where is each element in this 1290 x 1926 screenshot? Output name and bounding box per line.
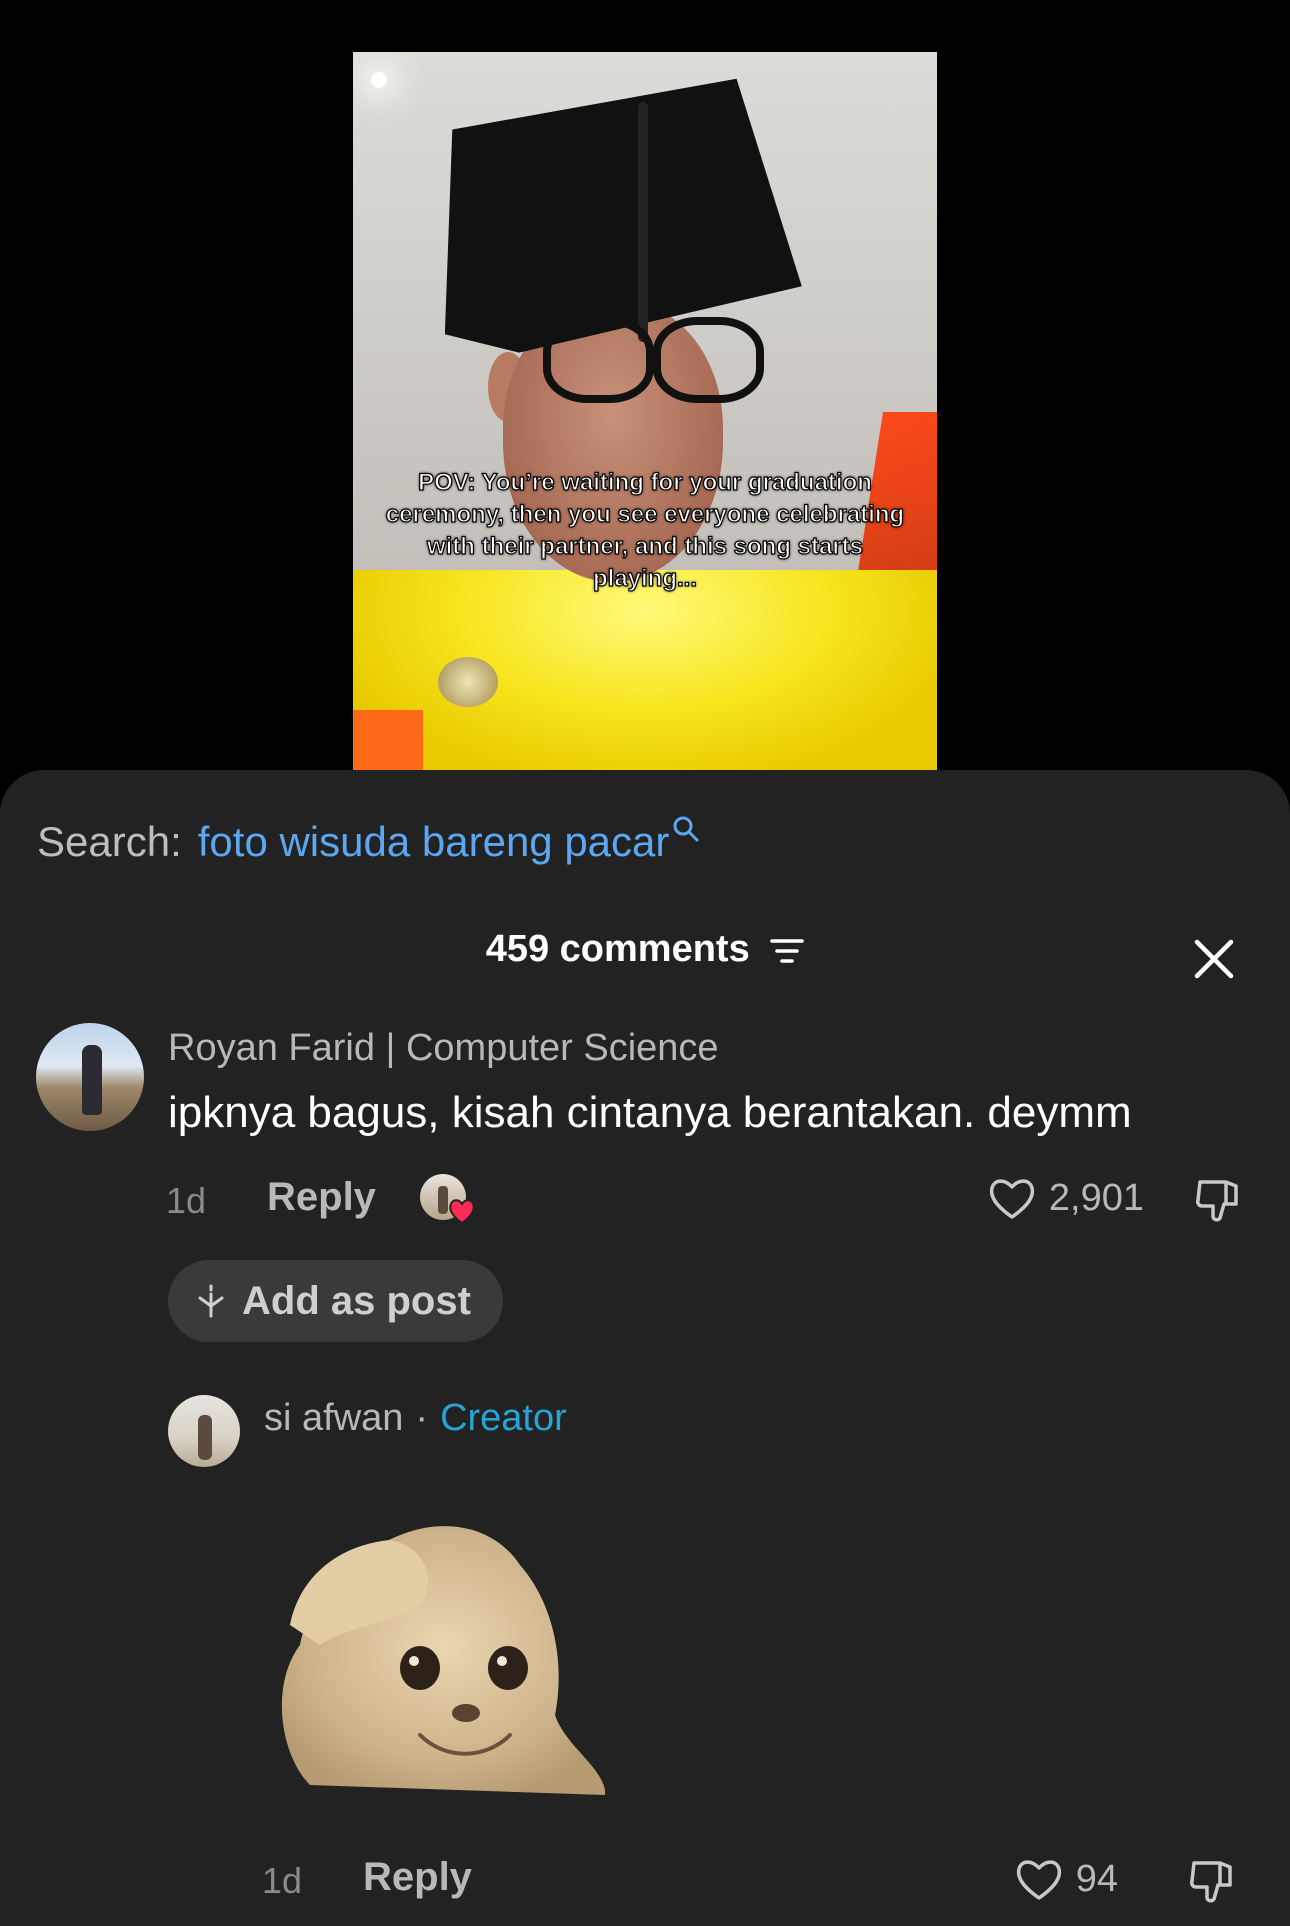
glasses-lens — [543, 317, 654, 403]
close-icon[interactable] — [1193, 938, 1235, 980]
add-as-post-label: Add as post — [242, 1278, 471, 1323]
search-icon — [673, 816, 699, 842]
filter-icon[interactable] — [770, 936, 805, 966]
gown-pin — [438, 657, 498, 707]
cat-salute-sticker[interactable] — [270, 1505, 616, 1801]
like-count: 2,901 — [1048, 1176, 1144, 1219]
comments-count-header[interactable]: 459 comments — [0, 928, 1290, 971]
avatar-figure — [198, 1415, 212, 1460]
avatar-figure — [82, 1045, 102, 1115]
gown-trim — [353, 710, 423, 770]
heart-icon — [989, 1179, 1035, 1219]
dislike-icon[interactable] — [1192, 1174, 1244, 1226]
comment-time: 1d — [166, 1180, 207, 1221]
graduation-cap — [420, 64, 805, 360]
reply-button[interactable]: Reply — [267, 1175, 376, 1220]
search-query-link[interactable]: foto wisuda bareng pacar — [198, 818, 670, 866]
heart-icon — [1016, 1860, 1061, 1900]
like-count: 94 — [1075, 1857, 1118, 1900]
glasses-lens — [653, 317, 764, 403]
ceiling-light — [371, 72, 387, 88]
reply-username[interactable]: si afwan — [264, 1397, 403, 1440]
creator-liked-heart-icon — [449, 1199, 475, 1225]
reply-button[interactable]: Reply — [363, 1855, 472, 1900]
comment-time: 1d — [262, 1860, 303, 1901]
cap-tassel — [638, 102, 648, 342]
dislike-icon[interactable] — [1186, 1855, 1238, 1907]
add-as-post-button[interactable]: Add as post — [168, 1260, 503, 1342]
comments-count: 459 comments — [485, 928, 750, 970]
separator-dot: · — [415, 1397, 429, 1439]
comment-text: ipknya bagus, kisah cintanya berantakan.… — [168, 1088, 1132, 1137]
like-button[interactable]: 2,901 — [987, 1175, 1144, 1221]
like-button[interactable]: 94 — [1014, 1856, 1118, 1902]
avatar[interactable] — [36, 1023, 144, 1131]
search-suggestion[interactable]: Search: foto wisuda bareng pacar — [37, 816, 701, 866]
creator-badge: Creator — [440, 1397, 567, 1439]
reply-username-row: si afwan · Creator — [264, 1397, 567, 1440]
video-player[interactable]: POV: You’re waiting for your graduation … — [353, 52, 937, 770]
sparkle-icon — [198, 1284, 224, 1318]
comment-username[interactable]: Royan Farid | Computer Science — [168, 1027, 719, 1070]
comments-sheet: Search: foto wisuda bareng pacar 459 com… — [0, 770, 1290, 1926]
avatar[interactable] — [168, 1395, 240, 1467]
video-caption: POV: You’re waiting for your graduation … — [385, 468, 905, 592]
search-label: Search: — [37, 818, 182, 865]
